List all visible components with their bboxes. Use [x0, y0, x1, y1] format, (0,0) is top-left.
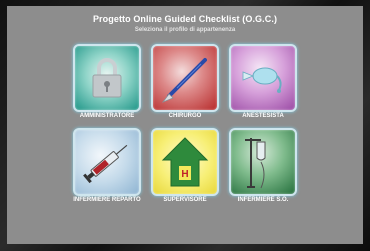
profile-tile-infermiere-so[interactable]: INFERMIERE S.O.: [229, 128, 297, 203]
profile-tile-supervisore-button[interactable]: H: [151, 128, 219, 196]
syringe-icon: [83, 144, 128, 184]
main-panel: Progetto Online Guided Checklist (O.G.C.…: [7, 6, 363, 244]
profile-tile-supervisore[interactable]: H SUPERVISORE: [151, 128, 219, 203]
page-subtitle: Seleziona il profilo di appartenenza: [134, 27, 236, 33]
profile-tile-infermiere-so-button[interactable]: [229, 128, 297, 196]
profile-label-anestesista: ANESTESISTA: [242, 113, 284, 119]
profile-tile-chirurgo-button[interactable]: [151, 44, 219, 112]
page-title: Progetto Online Guided Checklist (O.G.C.…: [92, 14, 278, 24]
profile-tile-amministratore[interactable]: AMMINISTRATORE: [73, 44, 141, 119]
profile-tile-amministratore-button[interactable]: [73, 44, 141, 112]
iv-drip-icon: [245, 138, 266, 189]
hospital-house-icon: H: [161, 137, 209, 187]
background-frame: Progetto Online Guided Checklist (O.G.C.…: [0, 0, 370, 251]
profile-tile-infermiere-reparto[interactable]: INFERMIERE REPARTO: [73, 128, 141, 203]
profile-label-infermiere-so: INFERMIERE S.O.: [237, 197, 289, 203]
profile-tile-anestesista[interactable]: ANESTESISTA: [229, 44, 297, 119]
profile-tile-chirurgo[interactable]: CHIRURGO: [151, 44, 219, 119]
profile-tile-anestesista-button[interactable]: [229, 44, 297, 112]
scalpel-icon: [161, 58, 207, 103]
lock-icon: [92, 58, 122, 98]
profile-tile-infermiere-reparto-button[interactable]: [73, 128, 141, 196]
breathing-bag-icon: [242, 67, 282, 93]
svg-text:H: H: [181, 169, 188, 180]
